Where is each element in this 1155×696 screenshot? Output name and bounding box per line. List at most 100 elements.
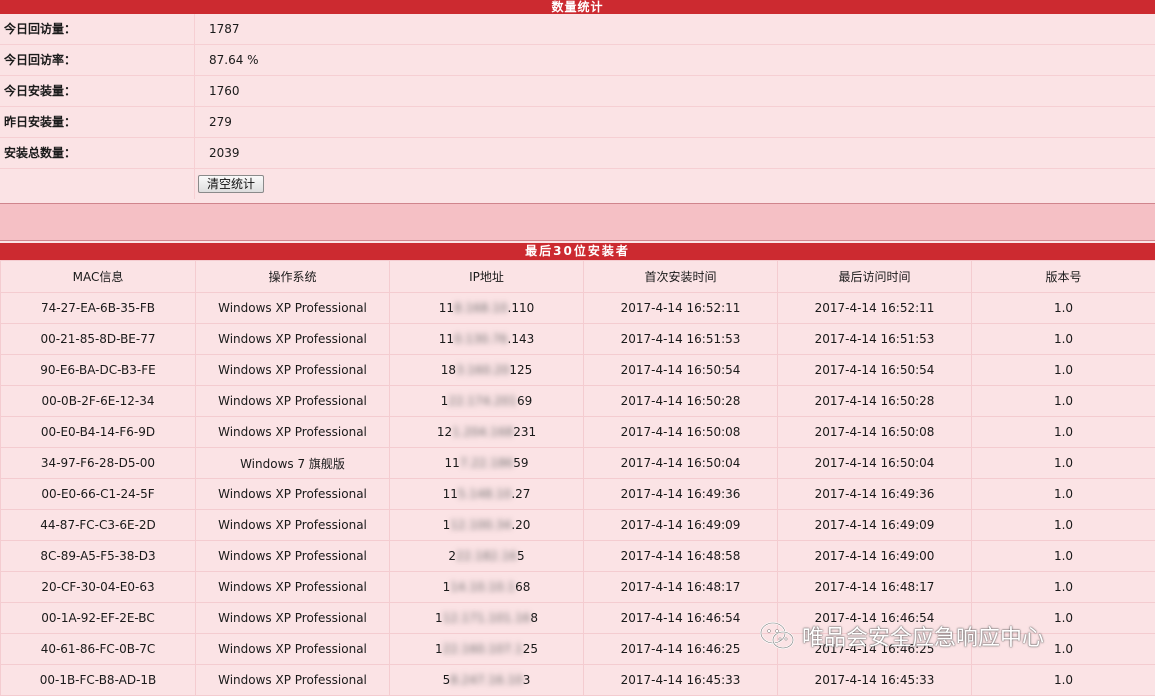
ip-cell: 121.204.168231 [390,417,584,448]
ip-masked: 14.10.10.1 [450,580,515,594]
table-row: 20-CF-30-04-E0-63Windows XP Professional… [1,572,1155,603]
version-cell: 1.0 [972,510,1155,541]
last-visit-cell: 2017-4-14 16:50:08 [778,417,972,448]
table-row: 00-E0-B4-14-F6-9DWindows XP Professional… [1,417,1155,448]
version-cell: 1.0 [972,386,1155,417]
table-row: 00-0B-2F-6E-12-34Windows XP Professional… [1,386,1155,417]
ip-address: 118.168.10.110 [439,301,534,315]
os-cell: Windows XP Professional [196,665,390,696]
ip-visible-end: 125 [509,363,532,377]
section-separator [0,203,1155,241]
watermark-text: 唯品会安全应急响应中心 [802,620,1044,652]
stat-row: 今日回访量： 1787 [0,14,1155,45]
table-header-row: MAC信息 操作系统 IP地址 首次安装时间 最后访问时间 版本号 [1,261,1155,293]
ip-masked: 22.174.201 [448,394,517,408]
first-install-cell: 2017-4-14 16:46:54 [584,603,778,634]
column-header-last-visit: 最后访问时间 [778,261,972,293]
mac-cell: 00-21-85-8D-BE-77 [1,324,196,355]
ip-cell: 112.100.34.20 [390,510,584,541]
ip-masked: 22.160.107.1 [443,642,523,656]
ip-masked: 8.168.10 [454,301,507,315]
os-cell: Windows XP Professional [196,355,390,386]
stats-rows: 今日回访量： 1787 今日回访率： 87.64 % 今日安装量： 1760 昨… [0,14,1155,199]
last-visit-cell: 2017-4-14 16:50:54 [778,355,972,386]
version-cell: 1.0 [972,541,1155,572]
stat-row: 昨日安装量： 279 [0,107,1155,138]
ip-visible-end: 3 [523,673,531,687]
first-install-cell: 2017-4-14 16:50:04 [584,448,778,479]
mac-cell: 00-1B-FC-B8-AD-1B [1,665,196,696]
last-visit-cell: 2017-4-14 16:48:17 [778,572,972,603]
stat-label: 昨日安装量： [0,107,195,137]
last-visit-cell: 2017-4-14 16:49:09 [778,510,972,541]
table-row: 44-87-FC-C3-6E-2DWindows XP Professional… [1,510,1155,541]
ip-visible-start: 11 [443,487,458,501]
ip-address: 122.160.107.125 [435,642,538,656]
ip-cell: 58.247.16.103 [390,665,584,696]
os-cell: Windows XP Professional [196,572,390,603]
ip-cell: 114.10.10.168 [390,572,584,603]
first-install-cell: 2017-4-14 16:48:17 [584,572,778,603]
first-install-cell: 2017-4-14 16:46:25 [584,634,778,665]
os-cell: Windows XP Professional [196,634,390,665]
ip-visible-end: 5 [517,549,525,563]
ip-cell: 117.22.18659 [390,448,584,479]
ip-visible-start: 1 [443,580,451,594]
os-cell: Windows XP Professional [196,386,390,417]
ip-visible-end: 69 [517,394,532,408]
os-cell: Windows XP Professional [196,417,390,448]
version-cell: 1.0 [972,665,1155,696]
table-row: 00-21-85-8D-BE-77Windows XP Professional… [1,324,1155,355]
first-install-cell: 2017-4-14 16:49:36 [584,479,778,510]
ip-cell: 115.148.10.27 [390,479,584,510]
ip-cell: 118.168.10.110 [390,293,584,324]
ip-visible-end: 68 [515,580,530,594]
ip-visible-start: 5 [443,673,451,687]
mac-cell: 00-E0-B4-14-F6-9D [1,417,196,448]
clear-button-row: 清空统计 [0,169,1155,199]
last-visit-cell: 2017-4-14 16:49:36 [778,479,972,510]
stat-value: 2039 [195,146,240,160]
ip-visible-start: 1 [441,394,449,408]
ip-address: 112.100.34.20 [443,518,531,532]
ip-masked: 12.100.34 [450,518,511,532]
column-header-ip: IP地址 [390,261,584,293]
mac-cell: 20-CF-30-04-E0-63 [1,572,196,603]
ip-visible-start: 12 [437,425,452,439]
stat-value: 1787 [195,22,240,36]
stats-panel: 数量统计 今日回访量： 1787 今日回访率： 87.64 % 今日安装量： 1… [0,0,1155,199]
ip-visible-end: 8 [530,611,538,625]
ip-address: 115.148.10.27 [443,487,531,501]
os-cell: Windows XP Professional [196,603,390,634]
ip-visible-start: 2 [448,549,456,563]
first-install-cell: 2017-4-14 16:50:28 [584,386,778,417]
stat-label: 今日安装量： [0,76,195,106]
last-visit-cell: 2017-4-14 16:49:00 [778,541,972,572]
first-install-cell: 2017-4-14 16:51:53 [584,324,778,355]
mac-cell: 00-0B-2F-6E-12-34 [1,386,196,417]
installs-header: 最后30位安装者 [0,243,1155,260]
column-header-mac: MAC信息 [1,261,196,293]
ip-visible-start: 1 [435,642,443,656]
stat-row: 今日回访率： 87.64 % [0,45,1155,76]
ip-cell: 110.130.76.143 [390,324,584,355]
table-row: 00-E0-66-C1-24-5FWindows XP Professional… [1,479,1155,510]
ip-address: 114.10.10.168 [443,580,531,594]
last-visit-cell: 2017-4-14 16:51:53 [778,324,972,355]
ip-visible-start: 18 [441,363,456,377]
ip-cell: 112.171.101.168 [390,603,584,634]
version-cell: 1.0 [972,293,1155,324]
ip-masked: 3.160.20 [456,363,509,377]
mac-cell: 00-1A-92-EF-2E-BC [1,603,196,634]
mac-cell: 40-61-86-FC-0B-7C [1,634,196,665]
ip-masked: 7.22.186 [460,456,513,470]
last-visit-cell: 2017-4-14 16:50:04 [778,448,972,479]
table-row: 8C-89-A5-F5-38-D3Windows XP Professional… [1,541,1155,572]
column-header-first-install: 首次安装时间 [584,261,778,293]
version-cell: 1.0 [972,572,1155,603]
first-install-cell: 2017-4-14 16:52:11 [584,293,778,324]
ip-visible-end: .20 [511,518,530,532]
os-cell: Windows 7 旗舰版 [196,448,390,479]
mac-cell: 74-27-EA-6B-35-FB [1,293,196,324]
clear-stats-button[interactable]: 清空统计 [198,175,264,193]
